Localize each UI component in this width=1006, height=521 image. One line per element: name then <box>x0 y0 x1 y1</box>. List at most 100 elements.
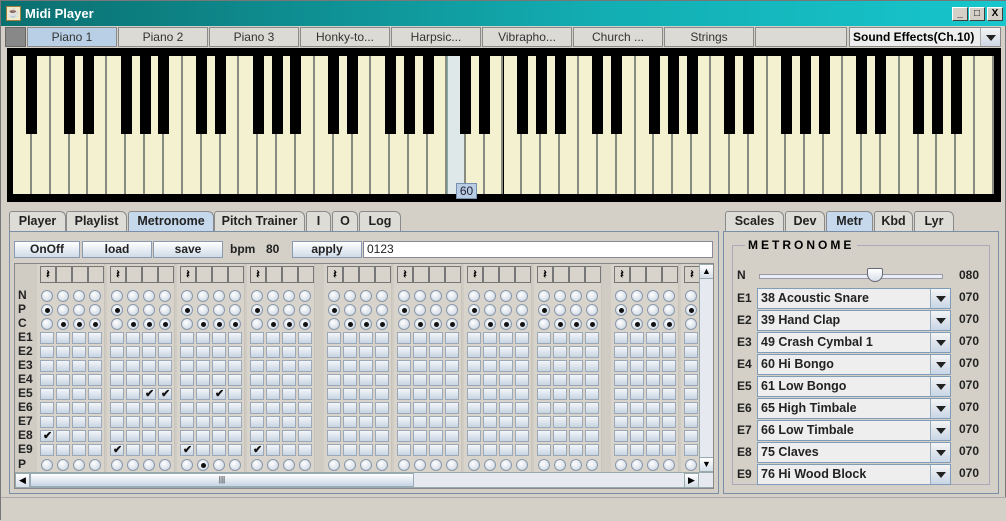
beat-checkbox[interactable] <box>282 332 296 344</box>
chevron-down-icon[interactable] <box>980 28 1000 46</box>
beat-checkbox[interactable] <box>413 416 427 428</box>
black-key[interactable] <box>648 56 660 134</box>
beat-radio[interactable] <box>344 290 356 302</box>
beat-radio[interactable] <box>328 304 340 316</box>
beat-radio[interactable] <box>213 459 225 471</box>
beat-checkbox[interactable] <box>298 402 312 414</box>
beat-checkbox[interactable] <box>537 402 551 414</box>
beat-radio[interactable] <box>631 459 643 471</box>
beat-radio[interactable] <box>73 290 85 302</box>
sound-select[interactable]: 65 High Timbale <box>757 398 951 419</box>
volume-value[interactable]: 070 <box>959 422 979 436</box>
black-key[interactable] <box>931 56 943 134</box>
beat-checkbox[interactable] <box>266 416 280 428</box>
black-key[interactable] <box>347 56 359 134</box>
beat-radio[interactable] <box>143 318 155 330</box>
beat-checkbox[interactable] <box>375 416 389 428</box>
beat-checkbox[interactable] <box>126 430 140 442</box>
beat-checkbox[interactable] <box>110 346 124 358</box>
black-key[interactable] <box>403 56 415 134</box>
beat-checkbox[interactable] <box>343 416 357 428</box>
beat-radio[interactable] <box>143 459 155 471</box>
beat-header[interactable]: 𝄽 <box>110 266 126 283</box>
beat-checkbox[interactable] <box>467 444 481 456</box>
black-key[interactable] <box>611 56 623 134</box>
beat-checkbox[interactable] <box>212 444 226 456</box>
beat-radio[interactable] <box>251 290 263 302</box>
beat-checkbox[interactable] <box>499 444 513 456</box>
beat-header[interactable] <box>126 266 142 283</box>
beat-checkbox[interactable] <box>110 388 124 400</box>
beat-checkbox[interactable] <box>375 444 389 456</box>
beat-radio[interactable] <box>181 304 193 316</box>
beat-radio[interactable] <box>586 318 598 330</box>
beat-checkbox[interactable] <box>282 444 296 456</box>
beat-checkbox[interactable] <box>327 430 341 442</box>
beat-checkbox[interactable] <box>499 346 513 358</box>
beat-checkbox[interactable]: ✔ <box>250 444 264 456</box>
beat-radio[interactable] <box>328 318 340 330</box>
beat-checkbox[interactable] <box>158 360 172 372</box>
beat-checkbox[interactable] <box>569 346 583 358</box>
beat-checkbox[interactable] <box>343 430 357 442</box>
beat-checkbox[interactable] <box>40 346 54 358</box>
beat-radio[interactable] <box>73 304 85 316</box>
beat-checkbox[interactable] <box>499 402 513 414</box>
beat-checkbox[interactable] <box>327 416 341 428</box>
beat-radio[interactable] <box>414 304 426 316</box>
beat-checkbox[interactable] <box>56 332 70 344</box>
instrument-tab[interactable]: Church ... <box>573 27 663 47</box>
beat-checkbox[interactable] <box>614 430 628 442</box>
beat-checkbox[interactable] <box>429 444 443 456</box>
beat-checkbox[interactable] <box>429 402 443 414</box>
beat-checkbox[interactable] <box>569 444 583 456</box>
beat-header[interactable] <box>359 266 375 283</box>
beat-checkbox[interactable] <box>126 416 140 428</box>
beat-checkbox[interactable] <box>228 388 242 400</box>
apply-button[interactable]: apply <box>292 241 362 258</box>
sound-select[interactable]: 38 Acoustic Snare <box>757 288 951 309</box>
scroll-left-icon[interactable]: ◀ <box>15 473 30 488</box>
beat-radio[interactable] <box>111 290 123 302</box>
beat-checkbox[interactable] <box>585 402 599 414</box>
beat-checkbox[interactable] <box>250 360 264 372</box>
beat-checkbox[interactable] <box>499 388 513 400</box>
beat-checkbox[interactable] <box>180 360 194 372</box>
beat-checkbox[interactable] <box>499 360 513 372</box>
beat-checkbox[interactable] <box>630 444 644 456</box>
beat-checkbox[interactable] <box>327 388 341 400</box>
beat-radio[interactable] <box>398 459 410 471</box>
beat-checkbox[interactable] <box>662 374 676 386</box>
beat-radio[interactable] <box>159 318 171 330</box>
vertical-scrollbar[interactable] <box>699 264 713 472</box>
beat-radio[interactable] <box>446 459 458 471</box>
beat-header[interactable] <box>282 266 298 283</box>
beat-checkbox[interactable] <box>142 444 156 456</box>
black-key[interactable] <box>158 56 170 134</box>
beat-radio[interactable] <box>143 304 155 316</box>
beat-checkbox[interactable] <box>646 332 660 344</box>
beat-checkbox[interactable] <box>429 416 443 428</box>
beat-checkbox[interactable] <box>515 444 529 456</box>
beat-radio[interactable] <box>500 304 512 316</box>
instrument-tab[interactable]: Vibrapho... <box>482 27 572 47</box>
beat-checkbox[interactable] <box>684 416 698 428</box>
beat-header[interactable] <box>553 266 569 283</box>
beat-radio[interactable] <box>57 290 69 302</box>
beat-radio[interactable] <box>586 459 598 471</box>
beat-radio[interactable] <box>376 318 388 330</box>
beat-checkbox[interactable] <box>88 430 102 442</box>
beat-radio[interactable] <box>631 318 643 330</box>
sound-select[interactable]: 66 Low Timbale <box>757 420 951 441</box>
beat-checkbox[interactable] <box>646 430 660 442</box>
beat-radio[interactable] <box>398 290 410 302</box>
beat-radio[interactable] <box>267 290 279 302</box>
beat-checkbox[interactable] <box>282 402 296 414</box>
beat-radio[interactable] <box>446 318 458 330</box>
beat-header[interactable] <box>445 266 461 283</box>
volume-value[interactable]: 070 <box>959 290 979 304</box>
beat-checkbox[interactable] <box>110 416 124 428</box>
beat-radio[interactable] <box>647 318 659 330</box>
beat-checkbox[interactable] <box>250 374 264 386</box>
beat-checkbox[interactable] <box>56 374 70 386</box>
